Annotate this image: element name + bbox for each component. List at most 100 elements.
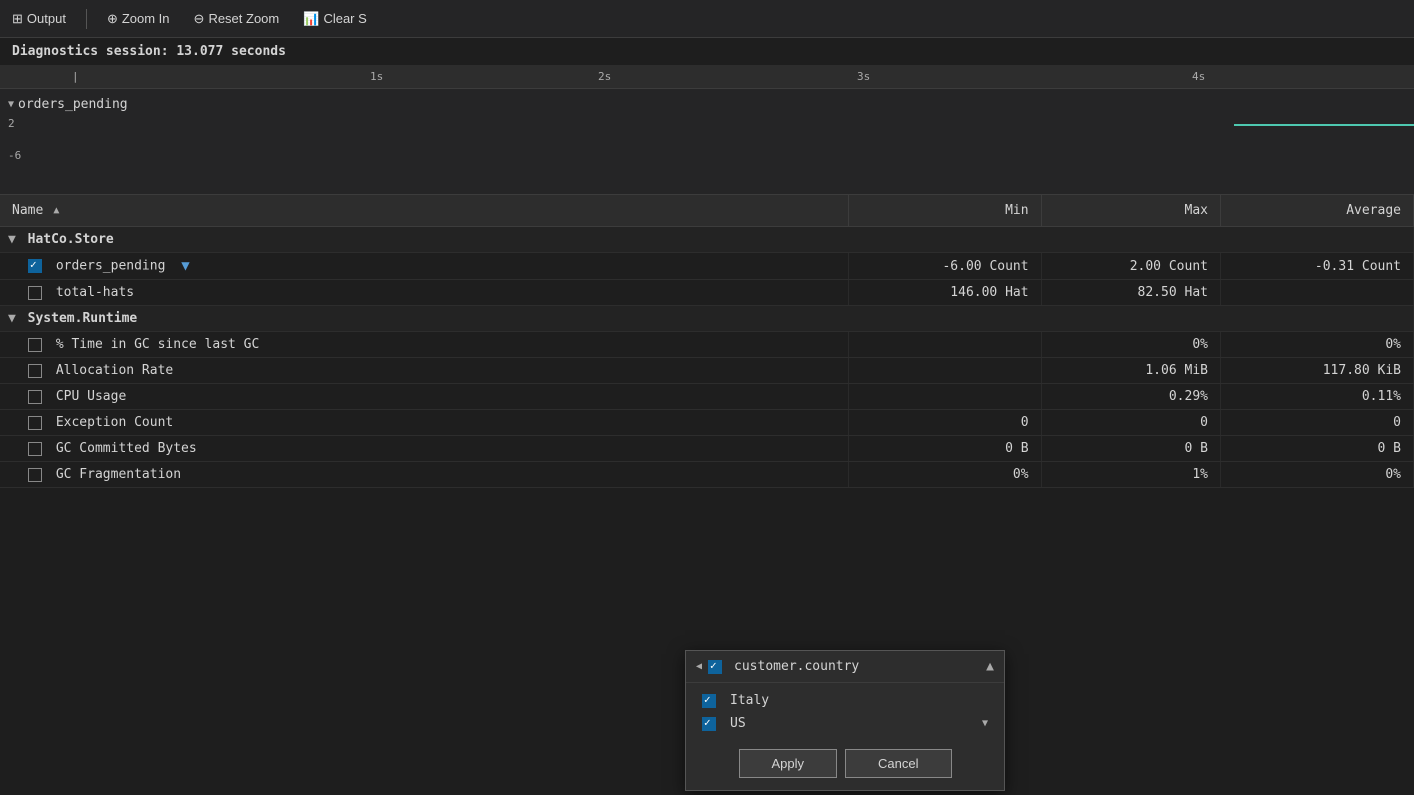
max-header-label: Max [1185, 203, 1208, 218]
track-name: orders_pending [18, 97, 128, 112]
filter-item-italy[interactable]: Italy [686, 689, 1004, 712]
timeline-ruler: | 1s 2s 3s 4s [0, 65, 1414, 89]
zoom-in-icon: ⊕ [107, 11, 118, 27]
filter-popup: ◀ customer.country ▲ Italy US ▼ [685, 650, 1005, 791]
data-table: Name ▲ Min Max Average [0, 195, 1414, 488]
row-name-cell: CPU Usage [0, 384, 848, 410]
diagnostics-header: Diagnostics session: 13.077 seconds [0, 38, 1414, 65]
row-max: 0.29% [1041, 384, 1220, 410]
row-min: 0 [848, 410, 1041, 436]
name-header-label: Name [12, 203, 43, 218]
row-max: 82.50 Hat [1041, 280, 1220, 306]
filter-scrollbar-up[interactable]: ▲ [986, 659, 994, 674]
reset-zoom-label: Reset Zoom [208, 11, 279, 26]
filter-collapse-arrow[interactable]: ◀ [696, 661, 702, 672]
col-name-header[interactable]: Name ▲ [0, 195, 848, 227]
col-min-header[interactable]: Min [848, 195, 1041, 227]
output-icon: ⊞ [12, 11, 23, 27]
session-text: Diagnostics session: 13.077 seconds [12, 44, 286, 59]
row-name: orders_pending [56, 259, 166, 274]
ruler-2s: 2s [598, 70, 611, 83]
row-checkbox[interactable] [28, 468, 42, 482]
ruler-3s: 3s [857, 70, 870, 83]
row-name: total-hats [56, 285, 134, 300]
row-average [1220, 280, 1413, 306]
apply-button[interactable]: Apply [739, 749, 838, 778]
row-max: 1% [1041, 462, 1220, 488]
col-max-header[interactable]: Max [1041, 195, 1220, 227]
row-min [848, 332, 1041, 358]
main-content: Diagnostics session: 13.077 seconds | 1s… [0, 38, 1414, 795]
row-average: 0 [1220, 410, 1413, 436]
row-average: 0 B [1220, 436, 1413, 462]
row-checkbox[interactable] [28, 390, 42, 404]
row-min: 146.00 Hat [848, 280, 1041, 306]
table-row: Allocation Rate 1.06 MiB 117.80 KiB [0, 358, 1414, 384]
zoom-in-button[interactable]: ⊕ Zoom In [103, 9, 174, 29]
zoom-in-label: Zoom In [122, 11, 170, 26]
y-high: 2 [8, 117, 15, 130]
row-average: -0.31 Count [1220, 253, 1413, 280]
filter-popup-scroll[interactable]: Italy US ▼ [686, 683, 1004, 741]
group-name: System.Runtime [28, 311, 138, 326]
row-min: 0% [848, 462, 1041, 488]
filter-italy-label: Italy [730, 693, 769, 708]
table-row: % Time in GC since last GC 0% 0% [0, 332, 1414, 358]
row-average: 0% [1220, 332, 1413, 358]
table-body: ▼ HatCo.Store orders_pending ▼ -6.00 Cou… [0, 227, 1414, 488]
track-label: ▼ orders_pending [8, 97, 128, 112]
table-container[interactable]: Name ▲ Min Max Average [0, 195, 1414, 488]
row-checkbox[interactable] [28, 416, 42, 430]
row-name: GC Committed Bytes [56, 441, 197, 456]
filter-item-us[interactable]: US ▼ [686, 712, 1004, 735]
row-checkbox[interactable] [28, 259, 42, 273]
table-header: Name ▲ Min Max Average [0, 195, 1414, 227]
average-header-label: Average [1346, 203, 1401, 218]
min-header-label: Min [1005, 203, 1028, 218]
cancel-button[interactable]: Cancel [845, 749, 951, 778]
table-row: CPU Usage 0.29% 0.11% [0, 384, 1414, 410]
row-name: Exception Count [56, 415, 173, 430]
output-button[interactable]: ⊞ Output [8, 9, 70, 29]
row-name-cell: orders_pending ▼ [0, 253, 848, 280]
row-max: 0 [1041, 410, 1220, 436]
ruler-1s: 1s [370, 70, 383, 83]
row-name: Allocation Rate [56, 363, 173, 378]
filter-italy-checkbox[interactable] [702, 694, 716, 708]
group-collapse-icon[interactable]: ▼ [8, 232, 16, 247]
row-name-cell: GC Committed Bytes [0, 436, 848, 462]
row-max: 0% [1041, 332, 1220, 358]
ruler-start: | [72, 70, 79, 83]
toolbar-separator [86, 9, 87, 29]
track-arrow: ▼ [8, 99, 14, 110]
row-checkbox[interactable] [28, 364, 42, 378]
clear-icon: 📊 [303, 11, 319, 27]
filter-field-checkbox[interactable] [708, 660, 722, 674]
filter-us-checkbox[interactable] [702, 717, 716, 731]
row-name: GC Fragmentation [56, 467, 181, 482]
filter-icon[interactable]: ▼ [181, 258, 189, 274]
reset-zoom-button[interactable]: ⊖ Reset Zoom [190, 9, 284, 29]
row-name-cell: Exception Count [0, 410, 848, 436]
table-row: total-hats 146.00 Hat 82.50 Hat [0, 280, 1414, 306]
row-min [848, 384, 1041, 410]
row-name-cell: GC Fragmentation [0, 462, 848, 488]
table-row: GC Committed Bytes 0 B 0 B 0 B [0, 436, 1414, 462]
col-average-header[interactable]: Average [1220, 195, 1413, 227]
table-row: GC Fragmentation 0% 1% 0% [0, 462, 1414, 488]
row-min [848, 358, 1041, 384]
content-area: Name ▲ Min Max Average [0, 195, 1414, 795]
sort-icon[interactable]: ▲ [53, 205, 59, 216]
group-row-1: ▼ System.Runtime [0, 306, 1414, 332]
group-name: HatCo.Store [28, 232, 114, 247]
filter-scrollbar-down[interactable]: ▼ [982, 718, 988, 729]
clear-button[interactable]: 📊 Clear S [299, 9, 371, 29]
row-checkbox[interactable] [28, 442, 42, 456]
row-max: 2.00 Count [1041, 253, 1220, 280]
row-min: -6.00 Count [848, 253, 1041, 280]
filter-popup-actions: Apply Cancel [686, 741, 1004, 782]
group-collapse-icon[interactable]: ▼ [8, 311, 16, 326]
row-average: 0.11% [1220, 384, 1413, 410]
row-checkbox[interactable] [28, 338, 42, 352]
row-checkbox[interactable] [28, 286, 42, 300]
